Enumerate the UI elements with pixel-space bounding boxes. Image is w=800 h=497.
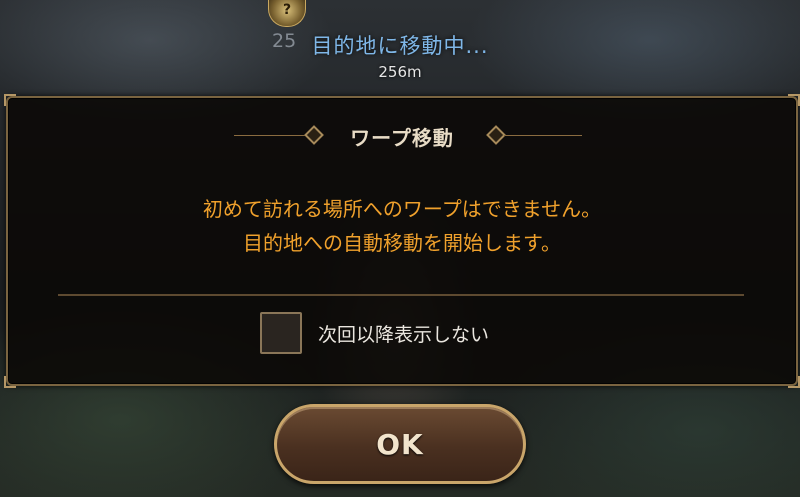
ok-button[interactable]: OK — [274, 404, 526, 484]
warp-dialog: ワープ移動 初めて訪れる場所へのワープはできません。 目的地への自動移動を開始し… — [4, 94, 800, 388]
ok-button-label: OK — [376, 427, 424, 461]
navigation-status: 目的地に移動中... — [311, 34, 489, 58]
dialog-divider — [58, 294, 744, 296]
title-line-right — [504, 135, 582, 136]
dialog-title: ワープ移動 — [350, 126, 454, 150]
message-line-1: 初めて訪れる場所へのワープはできません。 — [202, 197, 602, 221]
frame-corner-ornament — [4, 376, 16, 388]
question-mark-icon: ? — [282, 2, 292, 18]
dialog-message: 初めて訪れる場所へのワープはできません。 目的地への自動移動を開始します。 — [8, 192, 796, 260]
dont-show-again-checkbox[interactable] — [260, 312, 302, 354]
frame-corner-ornament — [4, 94, 16, 106]
message-line-2: 目的地への自動移動を開始します。 — [243, 231, 561, 255]
dont-show-again-option[interactable]: 次回以降表示しない — [260, 310, 489, 356]
dont-show-again-label: 次回以降表示しない — [318, 323, 490, 346]
navigation-distance: 256m — [378, 63, 422, 81]
dialog-title-row: ワープ移動 — [8, 120, 796, 150]
frame-corner-ornament — [788, 94, 800, 106]
frame-corner-ornament — [788, 376, 800, 388]
